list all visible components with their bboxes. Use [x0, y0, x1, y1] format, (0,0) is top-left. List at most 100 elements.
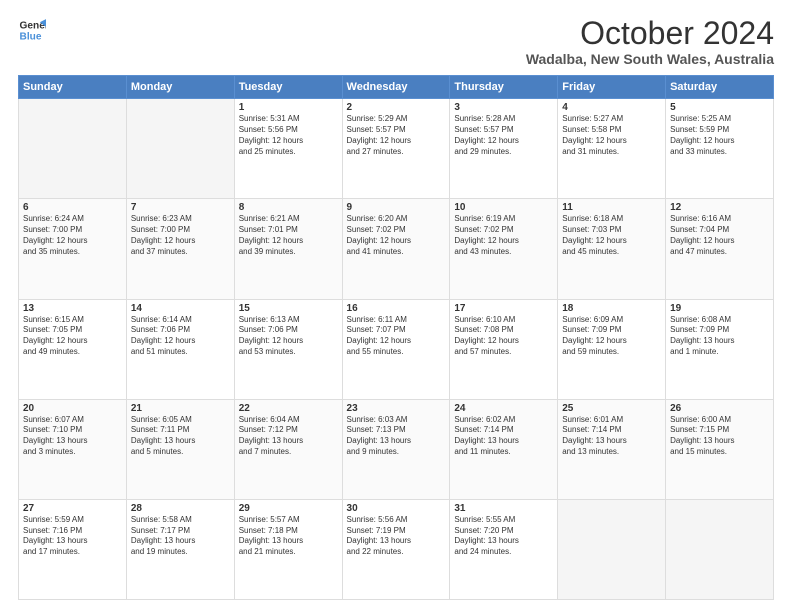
col-header-saturday: Saturday — [666, 76, 774, 99]
svg-text:Blue: Blue — [20, 31, 42, 42]
cell-info: Sunrise: 5:25 AMSunset: 5:59 PMDaylight:… — [670, 114, 769, 157]
cell-info: Sunrise: 6:20 AMSunset: 7:02 PMDaylight:… — [347, 214, 446, 257]
title-block: October 2024 Wadalba, New South Wales, A… — [526, 16, 774, 67]
calendar-cell: 17Sunrise: 6:10 AMSunset: 7:08 PMDayligh… — [450, 299, 558, 399]
calendar-cell: 6Sunrise: 6:24 AMSunset: 7:00 PMDaylight… — [19, 199, 127, 299]
cell-info: Sunrise: 5:59 AMSunset: 7:16 PMDaylight:… — [23, 515, 122, 558]
cell-info: Sunrise: 6:16 AMSunset: 7:04 PMDaylight:… — [670, 214, 769, 257]
day-number: 15 — [239, 303, 338, 314]
calendar-cell: 28Sunrise: 5:58 AMSunset: 7:17 PMDayligh… — [126, 499, 234, 599]
cell-info: Sunrise: 5:56 AMSunset: 7:19 PMDaylight:… — [347, 515, 446, 558]
col-header-friday: Friday — [558, 76, 666, 99]
day-number: 23 — [347, 403, 446, 414]
day-number: 4 — [562, 102, 661, 113]
day-number: 10 — [454, 202, 553, 213]
week-row-3: 20Sunrise: 6:07 AMSunset: 7:10 PMDayligh… — [19, 399, 774, 499]
day-number: 14 — [131, 303, 230, 314]
cell-info: Sunrise: 6:02 AMSunset: 7:14 PMDaylight:… — [454, 415, 553, 458]
cell-info: Sunrise: 6:03 AMSunset: 7:13 PMDaylight:… — [347, 415, 446, 458]
cell-info: Sunrise: 6:21 AMSunset: 7:01 PMDaylight:… — [239, 214, 338, 257]
day-number: 17 — [454, 303, 553, 314]
calendar-cell: 26Sunrise: 6:00 AMSunset: 7:15 PMDayligh… — [666, 399, 774, 499]
cell-info: Sunrise: 6:00 AMSunset: 7:15 PMDaylight:… — [670, 415, 769, 458]
day-number: 13 — [23, 303, 122, 314]
calendar-cell: 18Sunrise: 6:09 AMSunset: 7:09 PMDayligh… — [558, 299, 666, 399]
calendar-cell — [19, 99, 127, 199]
cell-info: Sunrise: 6:24 AMSunset: 7:00 PMDaylight:… — [23, 214, 122, 257]
calendar-cell: 25Sunrise: 6:01 AMSunset: 7:14 PMDayligh… — [558, 399, 666, 499]
calendar-cell: 1Sunrise: 5:31 AMSunset: 5:56 PMDaylight… — [234, 99, 342, 199]
day-number: 19 — [670, 303, 769, 314]
logo-icon: General Blue — [18, 16, 46, 44]
calendar-cell: 21Sunrise: 6:05 AMSunset: 7:11 PMDayligh… — [126, 399, 234, 499]
cell-info: Sunrise: 6:18 AMSunset: 7:03 PMDaylight:… — [562, 214, 661, 257]
calendar-header-row: SundayMondayTuesdayWednesdayThursdayFrid… — [19, 76, 774, 99]
calendar-cell: 8Sunrise: 6:21 AMSunset: 7:01 PMDaylight… — [234, 199, 342, 299]
day-number: 12 — [670, 202, 769, 213]
week-row-0: 1Sunrise: 5:31 AMSunset: 5:56 PMDaylight… — [19, 99, 774, 199]
calendar-cell: 9Sunrise: 6:20 AMSunset: 7:02 PMDaylight… — [342, 199, 450, 299]
day-number: 27 — [23, 503, 122, 514]
cell-info: Sunrise: 5:31 AMSunset: 5:56 PMDaylight:… — [239, 114, 338, 157]
cell-info: Sunrise: 6:15 AMSunset: 7:05 PMDaylight:… — [23, 315, 122, 358]
cell-info: Sunrise: 6:01 AMSunset: 7:14 PMDaylight:… — [562, 415, 661, 458]
calendar-cell: 13Sunrise: 6:15 AMSunset: 7:05 PMDayligh… — [19, 299, 127, 399]
cell-info: Sunrise: 5:58 AMSunset: 7:17 PMDaylight:… — [131, 515, 230, 558]
calendar-table: SundayMondayTuesdayWednesdayThursdayFrid… — [18, 75, 774, 600]
day-number: 2 — [347, 102, 446, 113]
col-header-tuesday: Tuesday — [234, 76, 342, 99]
calendar-cell: 12Sunrise: 6:16 AMSunset: 7:04 PMDayligh… — [666, 199, 774, 299]
calendar-cell: 14Sunrise: 6:14 AMSunset: 7:06 PMDayligh… — [126, 299, 234, 399]
calendar-cell: 5Sunrise: 5:25 AMSunset: 5:59 PMDaylight… — [666, 99, 774, 199]
week-row-2: 13Sunrise: 6:15 AMSunset: 7:05 PMDayligh… — [19, 299, 774, 399]
day-number: 6 — [23, 202, 122, 213]
day-number: 26 — [670, 403, 769, 414]
cell-info: Sunrise: 6:23 AMSunset: 7:00 PMDaylight:… — [131, 214, 230, 257]
calendar-cell: 19Sunrise: 6:08 AMSunset: 7:09 PMDayligh… — [666, 299, 774, 399]
calendar-cell — [558, 499, 666, 599]
cell-info: Sunrise: 6:09 AMSunset: 7:09 PMDaylight:… — [562, 315, 661, 358]
day-number: 8 — [239, 202, 338, 213]
day-number: 25 — [562, 403, 661, 414]
calendar-cell: 29Sunrise: 5:57 AMSunset: 7:18 PMDayligh… — [234, 499, 342, 599]
day-number: 22 — [239, 403, 338, 414]
cell-info: Sunrise: 5:29 AMSunset: 5:57 PMDaylight:… — [347, 114, 446, 157]
day-number: 9 — [347, 202, 446, 213]
calendar-cell: 27Sunrise: 5:59 AMSunset: 7:16 PMDayligh… — [19, 499, 127, 599]
header: General Blue October 2024 Wadalba, New S… — [18, 16, 774, 67]
cell-info: Sunrise: 6:14 AMSunset: 7:06 PMDaylight:… — [131, 315, 230, 358]
cell-info: Sunrise: 6:07 AMSunset: 7:10 PMDaylight:… — [23, 415, 122, 458]
calendar-cell: 23Sunrise: 6:03 AMSunset: 7:13 PMDayligh… — [342, 399, 450, 499]
cell-info: Sunrise: 6:19 AMSunset: 7:02 PMDaylight:… — [454, 214, 553, 257]
calendar-cell: 16Sunrise: 6:11 AMSunset: 7:07 PMDayligh… — [342, 299, 450, 399]
page: General Blue October 2024 Wadalba, New S… — [0, 0, 792, 612]
day-number: 5 — [670, 102, 769, 113]
month-title: October 2024 — [526, 16, 774, 51]
day-number: 18 — [562, 303, 661, 314]
week-row-1: 6Sunrise: 6:24 AMSunset: 7:00 PMDaylight… — [19, 199, 774, 299]
cell-info: Sunrise: 6:13 AMSunset: 7:06 PMDaylight:… — [239, 315, 338, 358]
day-number: 1 — [239, 102, 338, 113]
day-number: 30 — [347, 503, 446, 514]
calendar-cell: 22Sunrise: 6:04 AMSunset: 7:12 PMDayligh… — [234, 399, 342, 499]
day-number: 21 — [131, 403, 230, 414]
day-number: 3 — [454, 102, 553, 113]
day-number: 20 — [23, 403, 122, 414]
week-row-4: 27Sunrise: 5:59 AMSunset: 7:16 PMDayligh… — [19, 499, 774, 599]
cell-info: Sunrise: 6:04 AMSunset: 7:12 PMDaylight:… — [239, 415, 338, 458]
day-number: 29 — [239, 503, 338, 514]
calendar-cell: 7Sunrise: 6:23 AMSunset: 7:00 PMDaylight… — [126, 199, 234, 299]
calendar-cell: 24Sunrise: 6:02 AMSunset: 7:14 PMDayligh… — [450, 399, 558, 499]
cell-info: Sunrise: 6:05 AMSunset: 7:11 PMDaylight:… — [131, 415, 230, 458]
calendar-cell — [666, 499, 774, 599]
day-number: 28 — [131, 503, 230, 514]
calendar-cell: 3Sunrise: 5:28 AMSunset: 5:57 PMDaylight… — [450, 99, 558, 199]
day-number: 24 — [454, 403, 553, 414]
col-header-thursday: Thursday — [450, 76, 558, 99]
cell-info: Sunrise: 5:28 AMSunset: 5:57 PMDaylight:… — [454, 114, 553, 157]
logo: General Blue — [18, 16, 46, 44]
cell-info: Sunrise: 6:08 AMSunset: 7:09 PMDaylight:… — [670, 315, 769, 358]
calendar-cell: 20Sunrise: 6:07 AMSunset: 7:10 PMDayligh… — [19, 399, 127, 499]
calendar-cell: 30Sunrise: 5:56 AMSunset: 7:19 PMDayligh… — [342, 499, 450, 599]
cell-info: Sunrise: 5:57 AMSunset: 7:18 PMDaylight:… — [239, 515, 338, 558]
